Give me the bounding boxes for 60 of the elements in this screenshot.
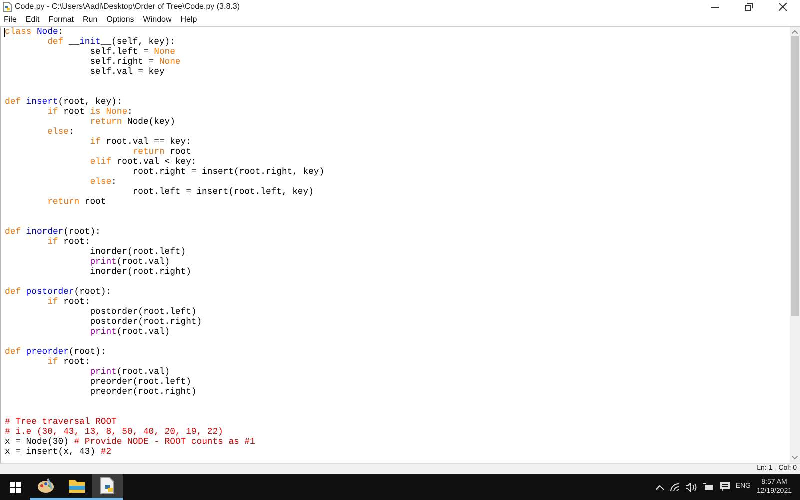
code-line: root.right = insert(root.right, key) (132, 167, 325, 177)
code-line: preorder(root.left) (89, 377, 192, 387)
code-line: print(root.val) (89, 327, 170, 337)
code-line: return Node(key) (89, 117, 176, 127)
menu-item[interactable]: Edit (26, 14, 40, 26)
menu-item[interactable]: Help (180, 14, 198, 26)
scrollbar-thumb[interactable] (791, 36, 799, 316)
code-line: preorder(root.right) (89, 387, 197, 397)
code-line: def postorder(root): (5, 287, 112, 297)
menu-item[interactable]: File (4, 14, 17, 26)
chevron-up-icon (656, 484, 664, 490)
code-line: postorder(root.right) (89, 317, 202, 327)
code-line: x = insert(x, 43) #2 (5, 447, 112, 457)
code-line: postorder(root.left) (89, 307, 197, 317)
code-line: else: (89, 177, 117, 187)
code-line: def preorder(root): (5, 347, 106, 357)
scroll-up-icon (792, 30, 798, 34)
menu-item[interactable]: Run (83, 14, 98, 26)
code-line: else: (46, 127, 74, 137)
python-file-icon (100, 477, 116, 495)
code-line: inorder(root.left) (89, 247, 186, 257)
code-line: if root: (46, 357, 90, 367)
code-line: root.left = insert(root.left, key) (132, 187, 314, 197)
text-cursor (4, 28, 5, 37)
scrollbar[interactable] (790, 27, 800, 463)
code-line: if root.val == key: (89, 137, 192, 147)
menu-item[interactable]: Window (143, 14, 172, 26)
palette-icon (36, 477, 54, 495)
restore-icon (745, 3, 753, 11)
code-line: return root (132, 147, 192, 157)
notification-icon (720, 482, 730, 492)
wifi-icon (670, 482, 680, 492)
code-line: def __init__(self, key): (46, 37, 176, 47)
code-line: print(root.val) (89, 367, 170, 377)
code-line: class Node: (5, 27, 64, 37)
code-line: x = Node(30) # Provide NODE - ROOT counts as #1 (5, 437, 256, 447)
code-line: if root: (46, 237, 90, 247)
code-line: if root is None: (46, 107, 133, 117)
speaker-icon (686, 482, 697, 492)
scroll-down-icon (792, 456, 798, 460)
taskbar-app[interactable] (92, 474, 123, 500)
code-line: elif root.val < key: (89, 157, 197, 167)
code-line: self.left = None (89, 47, 176, 57)
code-line: return root (46, 197, 106, 207)
code-line: # i.e (30, 43, 13, 8, 50, 40, 20, 19, 22) (5, 427, 224, 437)
code-line: def insert(root, key): (5, 97, 122, 107)
code-line: self.val = key (89, 67, 165, 77)
close-icon (779, 3, 787, 11)
folder-icon (68, 478, 86, 494)
code-line: def inorder(root): (5, 227, 101, 237)
window-title: Code.py - C:\Users\Aadi\Desktop\Order of Tree\Code.py (3.8.3) (15, 1, 240, 13)
code-line: # Tree traversal ROOT (5, 417, 117, 427)
menu-item[interactable]: Options (106, 14, 134, 26)
code-line: self.right = None (89, 57, 181, 67)
minimize-icon (711, 6, 719, 8)
menu-item[interactable]: Format (48, 14, 74, 26)
windows-logo-icon (10, 482, 20, 492)
code-line: inorder(root.right) (89, 267, 192, 277)
code-line: print(root.val) (89, 257, 170, 267)
code-line: if root: (46, 297, 90, 307)
